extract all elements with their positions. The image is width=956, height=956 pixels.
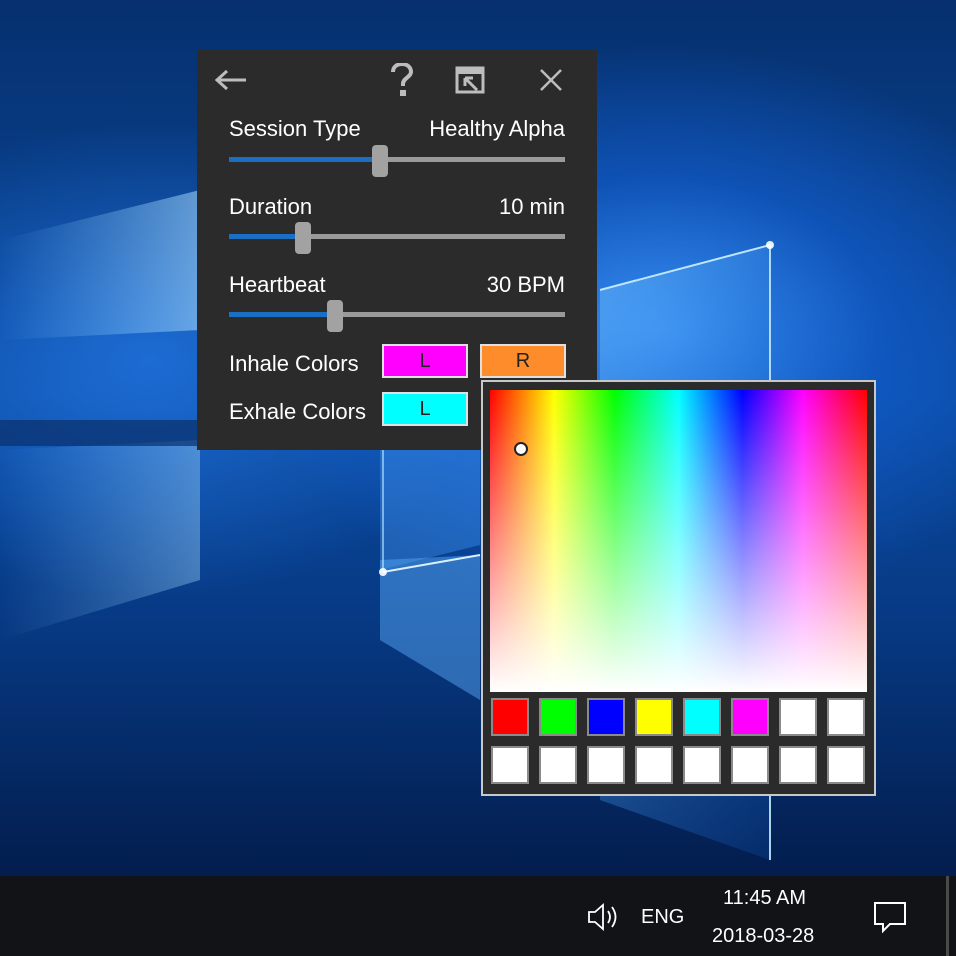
exhale-left-color-button[interactable]: L — [382, 392, 468, 426]
preset-color-swatch[interactable] — [491, 698, 529, 736]
heartbeat-slider[interactable] — [229, 300, 565, 332]
preset-color-swatch[interactable] — [731, 698, 769, 736]
preset-color-swatch[interactable] — [587, 698, 625, 736]
language-indicator[interactable]: ENG — [641, 906, 684, 929]
preset-color-swatch[interactable] — [539, 746, 577, 784]
preset-color-swatch[interactable] — [635, 746, 673, 784]
slider-fill — [229, 312, 335, 317]
preset-color-swatch[interactable] — [635, 698, 673, 736]
inhale-right-color-button[interactable]: R — [480, 344, 566, 378]
preset-color-swatch[interactable] — [779, 698, 817, 736]
inhale-colors-label: Inhale Colors — [229, 351, 359, 376]
inhale-left-color-button[interactable]: L — [382, 344, 468, 378]
preset-color-swatch[interactable] — [779, 746, 817, 784]
show-desktop-strip[interactable] — [946, 876, 949, 956]
back-arrow-icon[interactable] — [211, 62, 251, 98]
session-type-label: Session Type — [229, 116, 361, 141]
clock-time[interactable]: 11:45 AM — [723, 887, 806, 910]
duration-slider[interactable] — [229, 222, 565, 254]
slider-thumb[interactable] — [326, 300, 343, 332]
slider-fill — [229, 157, 381, 162]
preset-color-swatch[interactable] — [491, 746, 529, 784]
preset-color-swatch[interactable] — [827, 698, 865, 736]
speaker-icon[interactable] — [586, 902, 622, 932]
clock-date[interactable]: 2018-03-28 — [712, 925, 814, 948]
preset-color-swatch[interactable] — [683, 746, 721, 784]
slider-fill — [229, 234, 303, 239]
color-selection-cursor[interactable] — [514, 442, 528, 456]
taskbar: ENG 11:45 AM 2018-03-28 — [0, 876, 956, 956]
duration-label: Duration — [229, 194, 313, 219]
action-center-icon[interactable] — [872, 900, 908, 934]
slider-thumb[interactable] — [372, 145, 389, 177]
slider-thumb[interactable] — [294, 222, 311, 254]
heartbeat-value: 30 BPM — [486, 272, 565, 297]
close-icon[interactable] — [531, 62, 571, 98]
preset-color-swatch[interactable] — [827, 746, 865, 784]
heartbeat-label: Heartbeat — [229, 272, 326, 297]
preset-color-swatch[interactable] — [587, 746, 625, 784]
panel-titlebar — [197, 50, 597, 110]
exhale-colors-label: Exhale Colors — [229, 399, 366, 424]
color-picker-popup — [481, 380, 876, 796]
color-spectrum[interactable] — [490, 390, 867, 692]
preset-color-swatch[interactable] — [683, 698, 721, 736]
preset-color-swatch[interactable] — [731, 746, 769, 784]
window-restore-icon[interactable] — [451, 62, 491, 98]
session-type-value: Healthy Alpha — [429, 116, 565, 141]
preset-color-swatch[interactable] — [539, 698, 577, 736]
session-type-slider[interactable] — [229, 145, 565, 177]
question-mark-icon[interactable] — [382, 62, 422, 98]
duration-value: 10 min — [498, 194, 565, 219]
